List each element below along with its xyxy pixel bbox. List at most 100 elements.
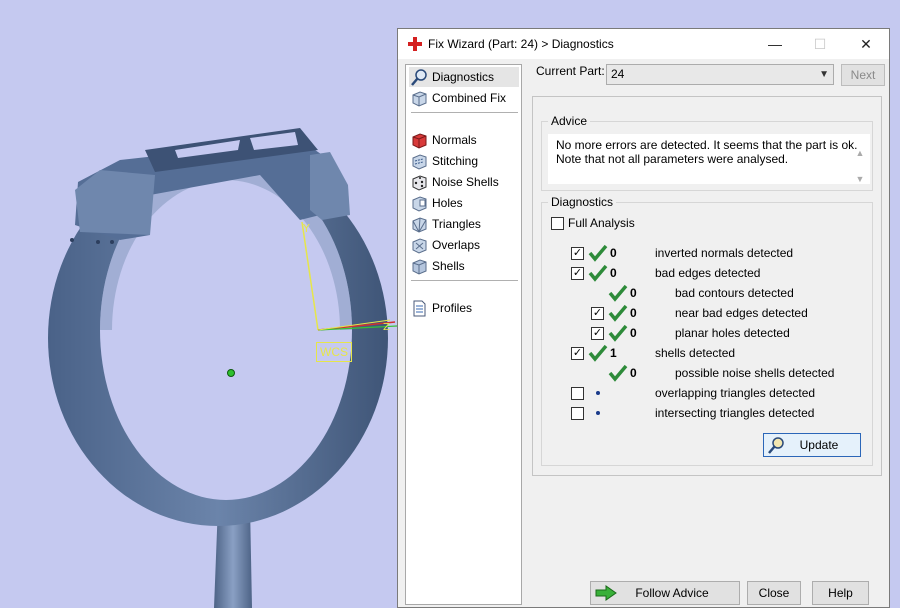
checkbox[interactable] [571, 386, 584, 400]
diag-label: shells detected [655, 346, 736, 360]
green-check-icon [608, 324, 628, 342]
diag-row-bad-edges: ✓ 0 [571, 264, 624, 282]
close-button[interactable]: Close [747, 581, 801, 605]
advice-scrollbar[interactable]: ▲ ▼ [854, 140, 866, 192]
maximize-button[interactable]: ☐ [805, 33, 835, 55]
current-part-label: Current Part: [536, 64, 605, 78]
dialog-title: Fix Wizard (Part: 24) > Diagnostics [428, 37, 614, 51]
nav-label: Combined Fix [432, 91, 507, 105]
diag-row-overlapping [571, 384, 600, 402]
diag-label: bad edges detected [655, 266, 761, 280]
nav-label: Normals [432, 133, 477, 147]
pending-dot-icon [596, 411, 600, 415]
diag-label: overlapping triangles detected [655, 386, 816, 400]
axis-y-label: Y [302, 222, 310, 235]
diag-row-noise-shells: 0 [608, 364, 644, 382]
fix-nav-list: Diagnostics Combined Fix Normals Stitchi… [405, 64, 522, 605]
axis-z-label: Z [383, 322, 390, 333]
nav-item-stitching[interactable]: Stitching [409, 151, 519, 171]
update-label: Update [799, 438, 839, 452]
checkbox[interactable]: ✓ [571, 246, 584, 260]
diagnostics-group: Diagnostics Full Analysis ✓ 0 inverted n… [541, 195, 873, 466]
diagnostics-panel: Advice No more errors are detected. It s… [532, 96, 882, 476]
diag-label: intersecting triangles detected [655, 406, 815, 420]
diag-row-near-bad-edges: ✓ 0 [591, 304, 644, 322]
nav-item-shells[interactable]: Shells [409, 256, 519, 276]
green-check-icon [588, 344, 608, 362]
green-check-icon [588, 264, 608, 282]
count-value: 0 [610, 246, 617, 260]
next-button[interactable]: Next [841, 64, 885, 86]
triangles-icon [412, 216, 427, 233]
help-button[interactable]: Help [812, 581, 869, 605]
nav-item-holes[interactable]: Holes [409, 193, 519, 213]
diag-row-planar-holes: ✓ 0 [591, 324, 644, 342]
advice-title: Advice [548, 114, 591, 128]
diag-label: bad contours detected [675, 286, 794, 300]
checkbox[interactable]: ✓ [571, 346, 584, 360]
nav-item-combined-fix[interactable]: Combined Fix [409, 88, 519, 108]
checkbox[interactable]: ✓ [591, 326, 604, 340]
full-analysis-row[interactable]: Full Analysis [551, 214, 635, 232]
advice-line-2: Note that not all parameters were analys… [556, 152, 789, 166]
nav-label: Stitching [432, 154, 479, 168]
count-value: 0 [630, 326, 637, 340]
diag-row-inverted-normals: ✓ 0 [571, 244, 624, 262]
nav-item-normals[interactable]: Normals [409, 130, 519, 150]
nav-item-profiles[interactable]: Profiles [409, 298, 519, 318]
green-arrow-icon [595, 585, 617, 601]
magnifier-icon [768, 437, 784, 454]
nav-divider [411, 112, 518, 113]
full-analysis-checkbox[interactable] [551, 216, 564, 230]
nav-label: Overlaps [432, 238, 481, 252]
update-button[interactable]: Update [763, 433, 861, 457]
advice-line-1: No more errors are detected. It seems th… [556, 138, 858, 152]
green-check-icon [588, 244, 608, 262]
red-cross-icon [408, 37, 422, 51]
red-cube-icon [412, 132, 427, 149]
document-icon [413, 300, 426, 316]
diag-label: inverted normals detected [655, 246, 794, 260]
count-value: 0 [630, 306, 637, 320]
follow-advice-label: Follow Advice [635, 586, 709, 600]
current-part-select[interactable]: 24 ▼ [606, 64, 834, 85]
magnifier-icon [411, 68, 427, 86]
checkbox[interactable]: ✓ [571, 266, 584, 280]
chevron-down-icon: ▼ [819, 69, 829, 80]
diag-label: possible noise shells detected [675, 366, 835, 380]
close-window-button[interactable]: ✕ [851, 33, 881, 55]
nav-label: Noise Shells [432, 175, 499, 189]
nav-item-diagnostics[interactable]: Diagnostics [409, 67, 519, 87]
follow-advice-button[interactable]: Follow Advice [590, 581, 740, 605]
overlaps-icon [412, 237, 427, 254]
nav-divider [411, 280, 518, 281]
green-check-icon [608, 304, 628, 322]
nav-label: Profiles [432, 301, 473, 315]
nav-item-noise-shells[interactable]: Noise Shells [409, 172, 519, 192]
minimize-button[interactable]: — [760, 33, 790, 55]
count-value: 0 [610, 266, 617, 280]
diag-row-intersecting [571, 404, 600, 422]
count-value: 0 [630, 286, 637, 300]
nav-label: Holes [432, 196, 463, 210]
stitching-icon [412, 153, 427, 170]
full-analysis-label: Full Analysis [568, 216, 635, 230]
nav-item-overlaps[interactable]: Overlaps [409, 235, 519, 255]
diag-label: near bad edges detected [675, 306, 808, 320]
pending-dot-icon [596, 391, 600, 395]
advice-text: No more errors are detected. It seems th… [548, 134, 870, 184]
green-check-icon [608, 364, 628, 382]
nav-label: Triangles [432, 217, 481, 231]
fix-wizard-dialog: Fix Wizard (Part: 24) > Diagnostics — ☐ … [397, 28, 890, 608]
shells-icon [412, 258, 427, 275]
pivot-point-icon [227, 369, 235, 377]
holes-icon [412, 195, 427, 212]
title-bar[interactable]: Fix Wizard (Part: 24) > Diagnostics — ☐ … [398, 29, 889, 59]
checkbox[interactable] [571, 406, 584, 420]
checkbox[interactable]: ✓ [591, 306, 604, 320]
diag-row-shells: ✓ 1 [571, 344, 624, 362]
advice-group: Advice No more errors are detected. It s… [541, 114, 873, 191]
noise-dice-icon [412, 174, 427, 191]
nav-item-triangles[interactable]: Triangles [409, 214, 519, 234]
current-part-value: 24 [611, 67, 625, 81]
